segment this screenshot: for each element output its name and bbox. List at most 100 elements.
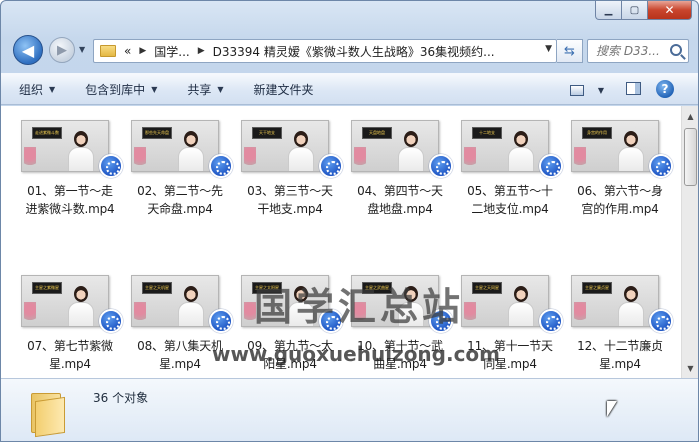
chevron-right-icon[interactable]: ▶ — [198, 46, 205, 56]
plant-decoration — [574, 147, 586, 171]
presenter-head — [404, 131, 418, 147]
video-thumbnail: 主星之天机星 — [131, 275, 219, 327]
refresh-icon: ⇆ — [564, 43, 575, 59]
search-icon[interactable] — [670, 44, 682, 56]
presenter-head — [514, 286, 528, 302]
slide-title: 那些先天命盘 — [142, 127, 172, 139]
breadcrumb-overflow[interactable]: « — [124, 44, 131, 58]
search-input[interactable] — [596, 44, 664, 58]
presenter-body — [618, 147, 644, 171]
navigation-bar: ◀ ▶ ▼ « ▶ 国学... ▶ D33394 精灵嫒《紫微斗数人生战略》36… — [1, 31, 698, 71]
file-item[interactable]: 走进紫微斗数 01、第一节～走 进紫微斗数.mp4 — [15, 106, 123, 236]
scroll-down-button[interactable]: ▼ — [683, 360, 698, 376]
arrow-right-icon: ▶ — [57, 42, 67, 58]
change-view-button[interactable]: ▼ — [566, 80, 608, 100]
file-name-line2: 宫的作用.mp4 — [581, 202, 659, 216]
organize-menu[interactable]: 组织 ▼ — [19, 81, 55, 98]
presenter-head — [74, 131, 88, 147]
chevron-down-icon[interactable]: ▼ — [598, 86, 604, 95]
refresh-button[interactable]: ⇆ — [557, 39, 583, 63]
file-item[interactable]: 天盘地盘 04、第四节～天 盘地盘.mp4 — [345, 106, 453, 236]
presenter-body — [508, 147, 534, 171]
file-name: 03、第三节～天 干地支.mp4 — [235, 182, 345, 218]
recent-pages-dropdown[interactable]: ▼ — [79, 45, 89, 55]
close-button[interactable]: ✕ — [648, 1, 692, 20]
presenter-head — [74, 286, 88, 302]
minimize-button[interactable]: ▁ — [595, 1, 622, 20]
file-name-line2: 星.mp4 — [49, 357, 91, 371]
watermark-url: www.guoxuehuizong.com — [211, 342, 501, 366]
share-label: 共享 — [187, 82, 212, 97]
presenter-body — [508, 302, 534, 326]
command-bar: 组织 ▼ 包含到库中 ▼ 共享 ▼ 新建文件夹 ▼ ? — [1, 73, 698, 105]
address-bar[interactable]: « ▶ 国学... ▶ D33394 精灵嫒《紫微斗数人生战略》36集视频约..… — [93, 39, 557, 63]
slide-title: 主星之廉贞星 — [582, 282, 612, 294]
video-thumbnail: 走进紫微斗数 — [21, 120, 109, 172]
presenter-head — [514, 131, 528, 147]
slide-title: 走进紫微斗数 — [32, 127, 62, 139]
file-name-line1: 06、第六节～身 — [577, 184, 663, 198]
include-in-library-menu[interactable]: 包含到库中 ▼ — [85, 81, 157, 98]
chevron-right-icon[interactable]: ▶ — [139, 46, 146, 56]
media-player-icon — [649, 309, 673, 333]
back-button[interactable]: ◀ — [13, 35, 43, 65]
maximize-button[interactable]: ▢ — [622, 1, 648, 20]
file-name-line2: 二地支位.mp4 — [471, 202, 549, 216]
item-count: 36 个对象 — [93, 391, 149, 405]
presenter-head — [294, 131, 308, 147]
watermark-title: 国学汇总站 — [253, 285, 464, 329]
file-item[interactable]: 天干地支 03、第三节～天 干地支.mp4 — [235, 106, 343, 236]
presenter-body — [68, 302, 94, 326]
presenter-body — [288, 147, 314, 171]
chevron-down-icon: ▼ — [217, 84, 224, 94]
video-thumbnail: 天盘地盘 — [351, 120, 439, 172]
presenter-body — [618, 302, 644, 326]
file-name-line2: 星.mp4 — [599, 357, 641, 371]
chevron-down-icon[interactable]: ▼ — [545, 44, 552, 54]
slide-title: 天盘地盘 — [362, 127, 392, 139]
file-name-line1: 05、第五节～十 — [467, 184, 553, 198]
folder-icon — [100, 45, 116, 57]
presenter-head — [184, 286, 198, 302]
file-name: 01、第一节～走 进紫微斗数.mp4 — [15, 182, 125, 218]
preview-pane-icon[interactable] — [626, 82, 641, 95]
media-player-icon — [319, 154, 343, 178]
plant-decoration — [464, 147, 476, 171]
vertical-scrollbar[interactable]: ▲ ▼ — [681, 106, 698, 378]
file-item[interactable]: 主星之紫微星 07、第七节紫微 星.mp4 — [15, 261, 123, 378]
media-player-icon — [99, 309, 123, 333]
scroll-thumb[interactable] — [684, 128, 697, 186]
view-icon — [570, 84, 584, 96]
file-item[interactable]: 十二地支 05、第五节～十 二地支位.mp4 — [455, 106, 563, 236]
file-name: 04、第四节～天 盘地盘.mp4 — [345, 182, 455, 218]
plant-decoration — [134, 147, 146, 171]
scroll-up-button[interactable]: ▲ — [683, 108, 698, 124]
video-thumbnail: 主星之廉贞星 — [571, 275, 659, 327]
file-name-line1: 01、第一节～走 — [27, 184, 113, 198]
slide-title: 身宫的作用 — [582, 127, 612, 139]
media-player-icon — [539, 309, 563, 333]
file-name-line1: 03、第三节～天 — [247, 184, 333, 198]
include-library-label: 包含到库中 — [85, 82, 146, 97]
breadcrumb-item-guoxue[interactable]: 国学... — [154, 43, 189, 60]
explorer-window: ▁ ▢ ✕ ◀ ▶ ▼ « ▶ 国学... ▶ D33394 精灵嫒《紫微斗数人… — [0, 0, 699, 442]
mouse-cursor-icon — [607, 401, 617, 417]
media-player-icon — [429, 154, 453, 178]
help-icon[interactable]: ? — [656, 80, 674, 98]
video-thumbnail: 那些先天命盘 — [131, 120, 219, 172]
slide-title: 主星之紫微星 — [32, 282, 62, 294]
file-name-line1: 12、十二节廉贞 — [577, 339, 663, 353]
breadcrumb-item-current[interactable]: D33394 精灵嫒《紫微斗数人生战略》36集视频约... — [213, 43, 495, 60]
share-menu[interactable]: 共享 ▼ — [187, 81, 223, 98]
file-item[interactable]: 身宫的作用 06、第六节～身 宫的作用.mp4 — [565, 106, 673, 236]
file-name-line1: 07、第七节紫微 — [27, 339, 113, 353]
forward-button[interactable]: ▶ — [49, 37, 75, 63]
search-box[interactable] — [587, 39, 689, 63]
new-folder-button[interactable]: 新建文件夹 — [254, 81, 314, 98]
media-player-icon — [99, 154, 123, 178]
video-thumbnail: 十二地支 — [461, 120, 549, 172]
file-item[interactable]: 主星之廉贞星 12、十二节廉贞 星.mp4 — [565, 261, 673, 378]
video-thumbnail: 身宫的作用 — [571, 120, 659, 172]
file-item[interactable]: 那些先天命盘 02、第二节～先 天命盘.mp4 — [125, 106, 233, 236]
new-folder-label: 新建文件夹 — [253, 82, 314, 97]
